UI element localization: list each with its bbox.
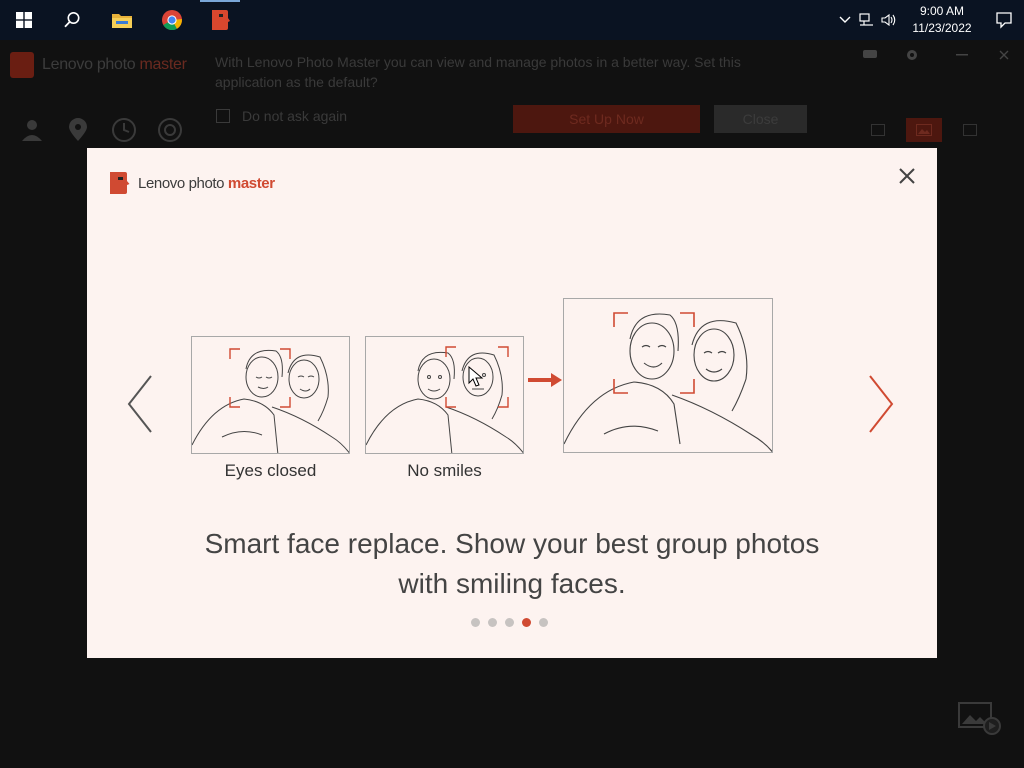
caption-eyes-closed: Eyes closed [224, 461, 317, 480]
app-logo: Lenovo photo master [10, 52, 187, 78]
photo-master-icon[interactable] [196, 0, 244, 40]
best-group-photo-illustration [563, 298, 773, 453]
do-not-ask-checkbox[interactable]: Do not ask again [216, 108, 347, 124]
dialog-logo-prefix: Lenovo photo [138, 174, 228, 192]
people-icon[interactable] [18, 116, 46, 144]
checkbox-box[interactable] [216, 109, 230, 123]
do-not-ask-label: Do not ask again [242, 108, 348, 124]
photo-master-logo-icon [10, 52, 34, 78]
clock-icon[interactable] [110, 116, 138, 144]
chevron-right-icon[interactable] [864, 374, 896, 434]
chrome-icon[interactable] [148, 0, 196, 40]
photo-view-icon[interactable] [906, 118, 942, 142]
page-dot-2[interactable] [488, 618, 497, 627]
volume-icon[interactable] [878, 0, 900, 40]
close-icon[interactable] [893, 162, 921, 190]
app-logo-prefix: Lenovo photo [42, 56, 140, 73]
caption-no-smiles: No smiles [407, 461, 482, 480]
taskbar: 9:00 AM 11/23/2022 [0, 0, 1024, 40]
view-buttons [860, 118, 988, 142]
feedback-icon[interactable] [850, 44, 890, 66]
grid-view-icon[interactable] [860, 118, 896, 142]
intro-dialog: Lenovo photo master Eyes closed No smile… [87, 148, 937, 658]
file-explorer-icon[interactable] [98, 0, 146, 40]
settings-icon[interactable] [892, 44, 932, 66]
close-banner-button[interactable]: Close [714, 105, 807, 133]
no-smiles-illustration [365, 336, 524, 454]
window-close-icon[interactable] [984, 44, 1024, 66]
clock-date: 11/23/2022 [912, 21, 972, 35]
eyes-closed-illustration [191, 336, 350, 454]
chevron-up-icon[interactable] [834, 0, 856, 40]
notification-icon[interactable] [984, 0, 1024, 40]
location-icon[interactable] [64, 116, 92, 144]
headline-line-2: with smiling faces. [398, 568, 626, 599]
chevron-left-icon[interactable] [125, 374, 157, 434]
photo-master-logo-icon [110, 172, 130, 194]
mouse-cursor-icon [468, 365, 484, 388]
feature-headline: Smart face replace. Show your best group… [147, 524, 877, 604]
slideshow-icon[interactable] [956, 700, 1004, 736]
taskbar-clock[interactable]: 9:00 AM 11/23/2022 [906, 3, 978, 37]
list-view-icon[interactable] [952, 118, 988, 142]
page-dot-4[interactable] [522, 618, 531, 627]
windows-start-icon[interactable] [0, 0, 48, 40]
tag-icon[interactable] [156, 116, 184, 144]
clock-time: 9:00 AM [919, 4, 965, 18]
set-up-now-button[interactable]: Set Up Now [513, 105, 700, 133]
default-app-message: With Lenovo Photo Master you can view an… [215, 54, 741, 90]
headline-line-1: Smart face replace. Show your best group… [204, 528, 820, 559]
dialog-logo: Lenovo photo master [108, 170, 275, 196]
minimize-icon[interactable] [942, 44, 982, 66]
system-tray: 9:00 AM 11/23/2022 [834, 0, 1024, 40]
page-dot-5[interactable] [539, 618, 548, 627]
app-logo-accent: master [139, 56, 187, 73]
network-icon[interactable] [856, 0, 878, 40]
arrow-right-icon [527, 371, 563, 389]
dialog-logo-accent: master [227, 174, 275, 192]
page-dot-1[interactable] [471, 618, 480, 627]
search-icon[interactable] [48, 0, 96, 40]
page-indicator [471, 618, 548, 627]
page-dot-3[interactable] [505, 618, 514, 627]
nav-icons [18, 116, 184, 144]
